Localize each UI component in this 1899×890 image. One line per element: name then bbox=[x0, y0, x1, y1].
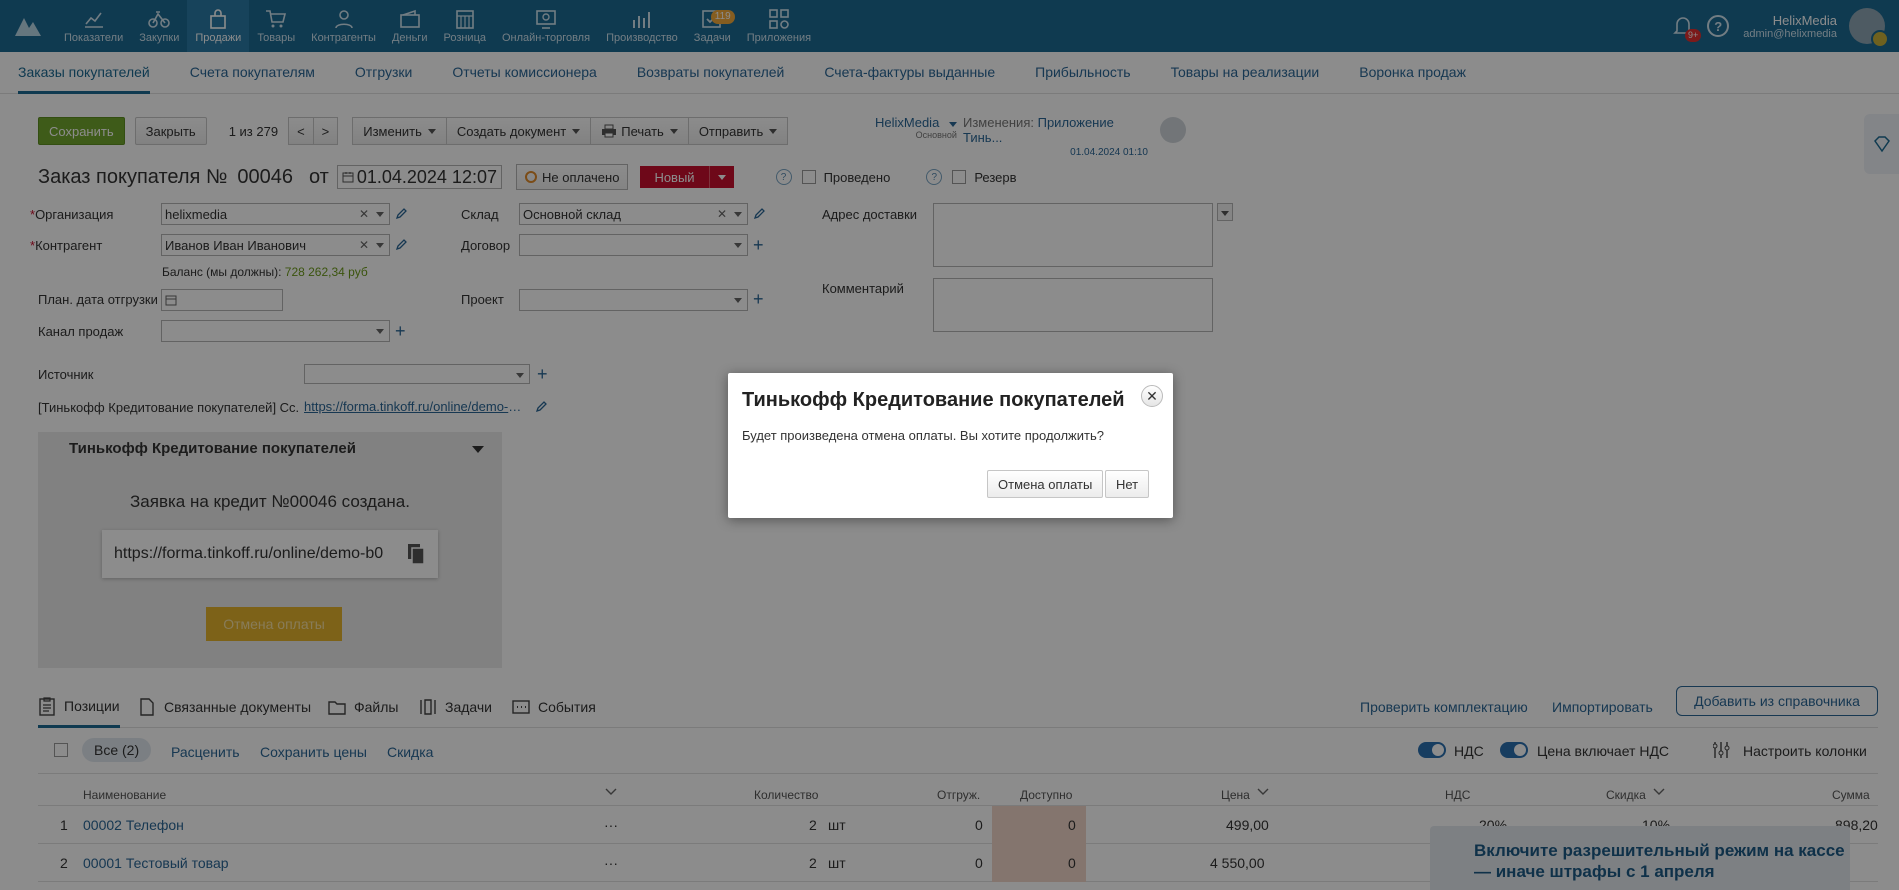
confirm-dialog: Тинькофф Кредитование покупателей ✕ Буде… bbox=[728, 373, 1173, 518]
dialog-message: Будет произведена отмена оплаты. Вы хоти… bbox=[742, 428, 1104, 443]
confirm-cancel-payment-button[interactable]: Отмена оплаты bbox=[987, 470, 1104, 498]
close-icon[interactable]: ✕ bbox=[1141, 385, 1163, 407]
dialog-title: Тинькофф Кредитование покупателей bbox=[742, 389, 1125, 411]
no-button[interactable]: Нет bbox=[1105, 470, 1150, 498]
